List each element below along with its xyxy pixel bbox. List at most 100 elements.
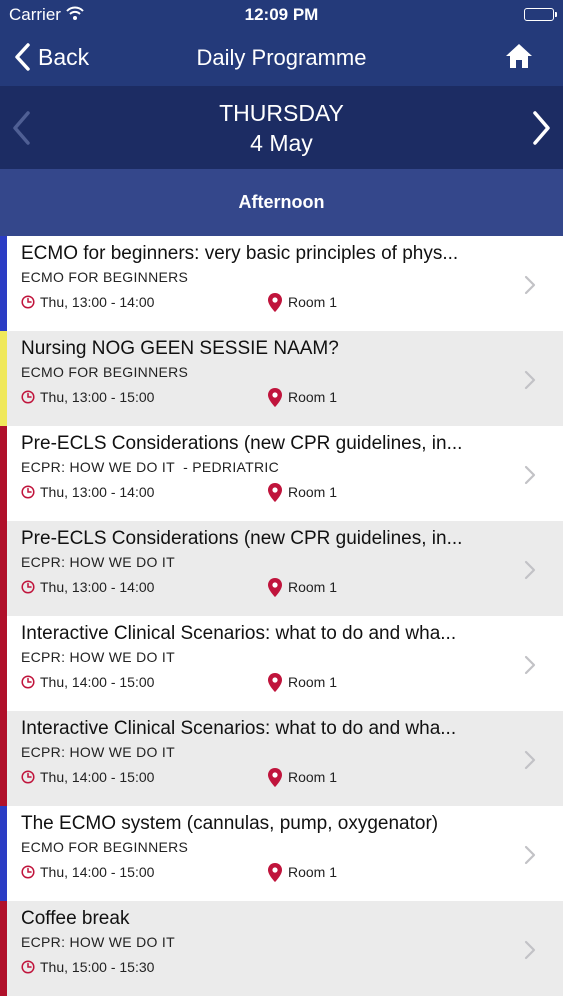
session-room-label: Room 1 (288, 769, 338, 785)
session-track: ECMO FOR BEGINNERS (21, 269, 189, 285)
session-row[interactable]: Nursing NOG GEEN SESSIE NAAM? ECMO FOR BE… (0, 331, 563, 426)
chevron-right-icon (533, 111, 550, 145)
session-time: Thu, 13:00 - 14:00 (21, 578, 154, 596)
session-row[interactable]: ECMO for beginners: very basic principle… (0, 236, 563, 331)
location-pin-icon (268, 482, 282, 502)
session-track: ECPR: HOW WE DO IT - PEDRIATRIC (21, 459, 279, 475)
track-color-stripe (0, 236, 7, 331)
session-track: ECPR: HOW WE DO IT (21, 934, 175, 950)
session-time-label: Thu, 13:00 - 14:00 (40, 484, 155, 500)
clock-icon (21, 295, 35, 309)
home-button[interactable] (505, 43, 533, 74)
clock-icon (21, 865, 35, 879)
session-time: Thu, 13:00 - 15:00 (21, 388, 154, 406)
session-row[interactable]: Pre-ECLS Considerations (new CPR guideli… (0, 521, 563, 616)
session-row[interactable]: Interactive Clinical Scenarios: what to … (0, 711, 563, 806)
location-pin-icon (268, 292, 282, 312)
track-color-stripe (0, 331, 7, 426)
disclosure-indicator (524, 560, 536, 585)
session-track: ECPR: HOW WE DO IT (21, 649, 175, 665)
session-time-label: Thu, 14:00 - 15:00 (40, 674, 155, 690)
location-pin-icon (268, 767, 282, 787)
session-time: Thu, 13:00 - 14:00 (21, 293, 154, 311)
chevron-right-icon (524, 750, 536, 770)
session-title: Nursing NOG GEEN SESSIE NAAM? (21, 338, 339, 359)
session-room-label: Room 1 (288, 579, 338, 595)
location-pin-icon (268, 387, 282, 407)
session-track: ECMO FOR BEGINNERS (21, 364, 189, 380)
chevron-right-icon (524, 845, 536, 865)
clock-icon (21, 675, 35, 689)
session-time: Thu, 14:00 - 15:00 (21, 863, 154, 881)
disclosure-indicator (524, 275, 536, 300)
clock-icon (21, 390, 35, 404)
session-room-label: Room 1 (288, 294, 338, 310)
session-room-label: Room 1 (288, 864, 338, 880)
chevron-left-icon (15, 43, 30, 71)
session-track: ECPR: HOW WE DO IT (21, 744, 175, 760)
session-title: Interactive Clinical Scenarios: what to … (21, 623, 457, 644)
session-title: Pre-ECLS Considerations (new CPR guideli… (21, 433, 463, 454)
session-track: ECMO FOR BEGINNERS (21, 839, 189, 855)
track-color-stripe (0, 521, 7, 616)
disclosure-indicator (524, 845, 536, 870)
session-list: ECMO for beginners: very basic principle… (0, 236, 563, 996)
track-color-stripe (0, 901, 7, 996)
session-row[interactable]: Pre-ECLS Considerations (new CPR guideli… (0, 426, 563, 521)
session-room-label: Room 1 (288, 674, 338, 690)
home-icon (506, 44, 532, 68)
session-title: Coffee break (21, 908, 130, 929)
clock-icon (21, 960, 35, 974)
track-color-stripe (0, 806, 7, 901)
session-row[interactable]: The ECMO system (cannulas, pump, oxygena… (0, 806, 563, 901)
location-pin-icon (268, 672, 282, 692)
session-room: Room 1 (268, 862, 337, 882)
disclosure-indicator (524, 655, 536, 680)
clock-icon (21, 770, 35, 784)
back-button[interactable]: Back (14, 40, 89, 74)
session-title: Interactive Clinical Scenarios: what to … (21, 718, 457, 739)
disclosure-indicator (524, 370, 536, 395)
session-room: Room 1 (268, 672, 337, 692)
track-color-stripe (0, 711, 7, 806)
session-time-label: Thu, 14:00 - 15:00 (40, 769, 155, 785)
session-time: Thu, 14:00 - 15:00 (21, 673, 154, 691)
next-day-button[interactable] (531, 110, 553, 151)
session-title: Pre-ECLS Considerations (new CPR guideli… (21, 528, 463, 549)
section-header: Afternoon (0, 169, 563, 236)
battery-icon (524, 8, 557, 21)
session-room: Room 1 (268, 292, 337, 312)
session-room: Room 1 (268, 387, 337, 407)
chevron-right-icon (524, 560, 536, 580)
chevron-right-icon (524, 370, 536, 390)
navigation-bar: Carrier 12:09 PM Back Daily Programme (0, 0, 563, 86)
location-pin-icon (268, 577, 282, 597)
chevron-right-icon (524, 465, 536, 485)
session-room: Room 1 (268, 482, 337, 502)
status-bar: Carrier 12:09 PM (0, 0, 563, 30)
session-room: Room 1 (268, 577, 337, 597)
disclosure-indicator (524, 465, 536, 490)
chevron-right-icon (524, 940, 536, 960)
clock-icon (21, 580, 35, 594)
session-time-label: Thu, 13:00 - 14:00 (40, 294, 155, 310)
clock: 12:09 PM (244, 5, 319, 24)
track-color-stripe (0, 426, 7, 521)
session-time: Thu, 14:00 - 15:00 (21, 768, 154, 786)
session-time: Thu, 15:00 - 15:30 (21, 958, 154, 976)
session-time-label: Thu, 15:00 - 15:30 (40, 959, 155, 975)
back-label: Back (38, 43, 90, 70)
session-row[interactable]: Interactive Clinical Scenarios: what to … (0, 616, 563, 711)
session-title: ECMO for beginners: very basic principle… (21, 243, 459, 264)
day-selector: THURSDAY 4 May (0, 86, 563, 169)
disclosure-indicator (524, 750, 536, 775)
session-room: Room 1 (268, 767, 337, 787)
session-track: ECPR: HOW WE DO IT (21, 554, 175, 570)
chevron-right-icon (524, 275, 536, 295)
track-color-stripe (0, 616, 7, 711)
session-time-label: Thu, 14:00 - 15:00 (40, 864, 155, 880)
day-date: 4 May (250, 130, 313, 156)
session-row[interactable]: Coffee break ECPR: HOW WE DO IT Thu, 15:00… (0, 901, 563, 996)
session-title: The ECMO system (cannulas, pump, oxygena… (21, 813, 439, 834)
chevron-right-icon (524, 655, 536, 675)
